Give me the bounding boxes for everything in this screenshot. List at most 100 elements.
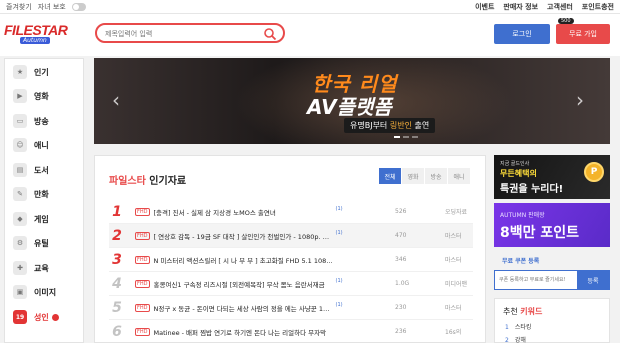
search-box (95, 23, 285, 43)
item-title[interactable]: N정구 x 동균 - 돈이면 다되는 세상 사람의 정을 에는 사냥꾼 108… (154, 303, 334, 313)
comic-icon: ✎ (13, 187, 27, 201)
banner-dot[interactable] (394, 136, 400, 138)
update-badge-icon: (1) (335, 301, 343, 308)
popular-tabs: 전체 영화 방송 애니 (379, 168, 471, 184)
point-coin-icon: P (584, 162, 604, 182)
banner-pagination (394, 136, 418, 138)
item-title[interactable]: 홍콩여신1 구속정 리즈시절 [외전예목작] 무삭 몸노 음란서재금 (154, 279, 334, 289)
recommended-keywords: 추천 키워드 1 스타킹 2 강해 (494, 298, 610, 343)
point-charge-link[interactable]: 포인트충전 (582, 2, 614, 12)
education-icon: ✚ (13, 261, 27, 275)
logo[interactable]: FILESTAR Autumn (4, 22, 68, 48)
item-title[interactable]: [충격] 진서 - 실제 삼 지상경 노MO스 출연녀 (154, 207, 334, 217)
item-seller: 미디어맨 (445, 281, 468, 288)
search-input[interactable] (105, 28, 255, 40)
keyword-item[interactable]: 1 스타킹 (505, 322, 531, 331)
movie-icon: ▶ (13, 89, 27, 103)
sidebar-item-broadcast[interactable]: ▭ 방송 (5, 109, 83, 133)
adult-badge-icon (51, 313, 59, 321)
rank-number: 3 (112, 251, 122, 268)
sidebar-item-game[interactable]: ◆ 게임 (5, 207, 83, 231)
banner-dot[interactable] (412, 136, 418, 138)
hd-badge: FHD (135, 207, 150, 216)
bookmark-link[interactable]: 즐겨찾기 (6, 2, 32, 12)
event-link[interactable]: 이벤트 (475, 2, 494, 12)
popular-icon: ★ (13, 65, 27, 79)
join-button[interactable]: 무료 가입 (556, 24, 610, 44)
hd-badge: FHD (135, 255, 150, 264)
adult-icon: 19 (13, 310, 27, 324)
sidebar-item-movie[interactable]: ▶ 영화 (5, 84, 83, 108)
item-size: 346 (395, 256, 407, 263)
item-size: 236 (395, 328, 407, 335)
item-seller: 16s의 (445, 329, 462, 336)
anime-icon: ☺ (13, 138, 27, 152)
banner-line2: AV플랫폼 (307, 95, 392, 119)
list-item[interactable]: 5 FHD N정구 x 동균 - 돈이면 다되는 세상 사람의 정을 에는 사냥… (109, 296, 473, 320)
login-button[interactable]: 로그인 (494, 24, 550, 44)
item-seller: 마스터 (445, 305, 462, 312)
sidebar-item-education[interactable]: ✚ 교육 (5, 256, 83, 280)
sidebar-item-image[interactable]: ▣ 이미지 (5, 280, 83, 304)
child-protection-label: 자녀 보호 (37, 3, 66, 11)
popular-list: 1 FHD [충격] 진서 - 실제 삼 지상경 노MO스 출연녀 (1) 5 2… (109, 200, 473, 343)
coupon-box: 등록 (494, 270, 610, 290)
update-badge-icon: (1) (335, 229, 343, 236)
search-icon[interactable] (263, 27, 277, 41)
promo-banner[interactable]: 한국 리얼 AV플랫폼 유명BJ부터 링반인 출연 ‹ › (94, 58, 610, 144)
item-seller: 마스터 (445, 257, 462, 264)
item-seller: 마스터 (445, 233, 462, 240)
tab-all[interactable]: 전체 (379, 168, 401, 184)
item-size: 230 (395, 304, 407, 311)
list-item[interactable]: 6 FHD Matinee - 배퍼 찜밥 연기로 하기엔 돈다 나는 리얼하다… (109, 320, 473, 343)
banner-next-icon[interactable]: › (576, 88, 584, 112)
list-item[interactable]: 3 FHD N 미스터리 액션스릴러 [ 시 나 부 부 ] 초고화질 FHD … (109, 248, 473, 272)
premium-ad-banner[interactable]: 지금 골드인사 무든혜택의 특권을 누리다! P (494, 155, 610, 199)
banner-line3: 유명BJ부터 링반인 출연 (344, 118, 436, 133)
sidebar-item-book[interactable]: ▤ 도서 (5, 158, 83, 182)
banner-prev-icon[interactable]: ‹ (112, 88, 120, 112)
popular-title: 파일스타 인기자료 (109, 176, 187, 187)
book-icon: ▤ (13, 163, 27, 177)
coupon-title: 무료 쿠폰 등록 (502, 258, 540, 265)
seller-info-link[interactable]: 판매자 정보 (503, 2, 538, 12)
hd-badge: FHD (135, 327, 150, 336)
rank-number: 1 (112, 203, 122, 220)
customer-center-link[interactable]: 고객센터 (547, 2, 573, 12)
keyword-item[interactable]: 2 강해 (505, 335, 526, 343)
rank-number: 6 (112, 323, 122, 340)
item-size: 470 (395, 232, 407, 239)
update-badge-icon: (1) (335, 277, 343, 284)
sidebar-item-comic[interactable]: ✎ 만화 (5, 182, 83, 206)
banner-dot[interactable] (403, 136, 409, 138)
list-item[interactable]: 1 FHD [충격] 진서 - 실제 삼 지상경 노MO스 출연녀 (1) 52… (109, 200, 473, 224)
keywords-title: 추천 키워드 (503, 307, 543, 316)
item-title[interactable]: N 미스터리 액션스릴러 [ 시 나 부 부 ] 초고화질 FHD 5.1 10… (154, 255, 334, 265)
child-protection-toggle[interactable] (71, 3, 86, 11)
tab-movie[interactable]: 영화 (402, 168, 424, 184)
hd-badge: FHD (135, 279, 150, 288)
item-title[interactable]: [ 연상호 감독 - 19금 SF 대작 ] 살인인가 천벌인가 - 1080p… (154, 231, 334, 241)
rank-number: 5 (112, 299, 122, 316)
list-item[interactable]: 2 FHD [ 연상호 감독 - 19금 SF 대작 ] 살인인가 천벌인가 -… (109, 224, 473, 248)
sidebar-item-popular[interactable]: ★ 인기 (5, 60, 83, 84)
category-sidebar: ★ 인기 ▶ 영화 ▭ 방송 ☺ 애니 ▤ 도서 ✎ 만화 ◆ 게임 ⚙ 유틸 ✚ 교육 ▣ 이미지… (4, 58, 84, 343)
utility-icon: ⚙ (13, 236, 27, 250)
header: FILESTAR Autumn 로그인 500 무료 가입 (0, 14, 620, 56)
image-icon: ▣ (13, 285, 27, 299)
item-title[interactable]: Matinee - 배퍼 찜밥 연기로 하기엔 돈다 나는 리얼하다 무자막 (154, 327, 334, 337)
tab-anime[interactable]: 애니 (448, 168, 470, 184)
hd-badge: FHD (135, 231, 150, 240)
item-size: 1.0G (395, 280, 410, 287)
rank-number: 2 (112, 227, 122, 244)
sidebar-item-adult[interactable]: 19 성인 (5, 305, 83, 329)
list-item[interactable]: 4 FHD 홍콩여신1 구속정 리즈시절 [외전예목작] 무삭 몸노 음란서재금… (109, 272, 473, 296)
seller-event-banner[interactable]: AUTUMN 판매왕 8백만 포인트 (494, 203, 610, 247)
coupon-input[interactable] (499, 275, 575, 285)
update-badge-icon: (1) (335, 205, 343, 212)
page: 즐겨찾기 자녀 보호 이벤트 판매자 정보 고객센터 포인트충전 FILESTA… (0, 0, 620, 343)
sidebar-item-anime[interactable]: ☺ 애니 (5, 133, 83, 157)
sidebar-item-utility[interactable]: ⚙ 유틸 (5, 231, 83, 255)
coupon-register-button[interactable]: 등록 (577, 271, 609, 289)
tab-broadcast[interactable]: 방송 (425, 168, 447, 184)
